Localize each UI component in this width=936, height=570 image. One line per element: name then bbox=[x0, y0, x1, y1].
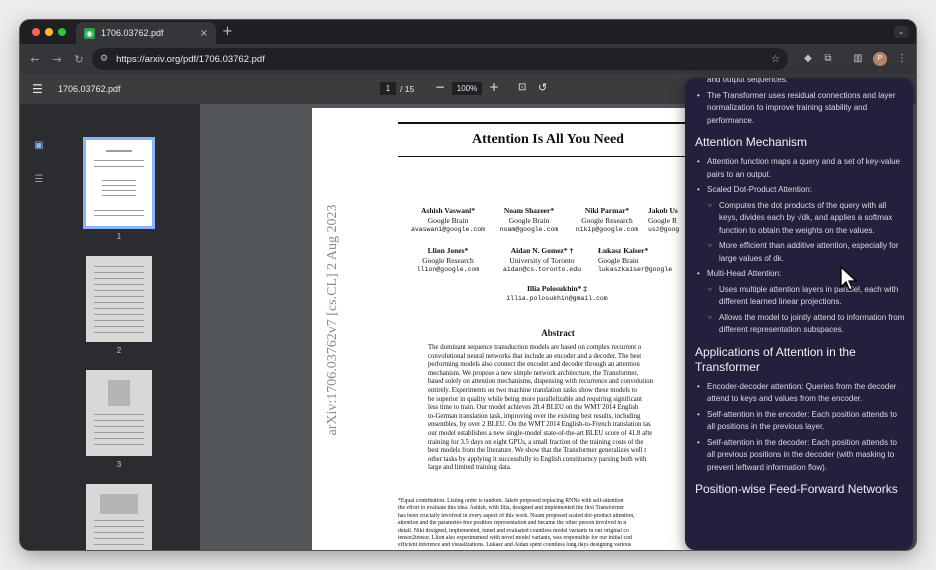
zoom-window-button[interactable] bbox=[58, 28, 66, 36]
pdf-left-rail: ▣ ☰ bbox=[20, 104, 60, 550]
thumbnails-icon[interactable]: ▣ bbox=[33, 140, 45, 152]
abstract-line: to-German translation task, improving ov… bbox=[428, 412, 641, 420]
author-block: Ashish Vaswani* Google Brain avaswani@goog… bbox=[410, 206, 486, 233]
title-rule-top bbox=[398, 122, 698, 124]
summary-bullet: Scaled Dot-Product Attention:Computes th… bbox=[695, 184, 907, 265]
paper-title: Attention Is All You Need bbox=[472, 132, 624, 147]
abstract-line: ensembles, by over 2 BLEU. On the WMT 20… bbox=[428, 421, 651, 429]
new-tab-button[interactable]: + bbox=[222, 24, 233, 39]
abstract-heading: Abstract bbox=[541, 328, 575, 338]
browser-toolbar: ← → ↻ ⚙ https://arxiv.org/pdf/1706.03762… bbox=[20, 44, 916, 74]
summary-subbullet: Allows the model to jointly attend to in… bbox=[707, 312, 907, 337]
summary-heading: Applications of Attention in the Transfo… bbox=[695, 344, 856, 374]
profile-avatar[interactable]: P bbox=[873, 52, 887, 66]
summary-subbullet: More efficient than additive attention, … bbox=[707, 240, 907, 265]
author-block: Noam Shazeer* Google Brain noam@google.com bbox=[499, 206, 559, 233]
outline-icon[interactable]: ☰ bbox=[33, 174, 45, 186]
page-number-input[interactable]: 1 bbox=[380, 82, 396, 95]
summary-bullet: Encoder-decoder attention: Queries from … bbox=[695, 381, 907, 406]
summary-sublist: Computes the dot products of the query w… bbox=[707, 200, 907, 266]
summary-heading: Position-wise Feed-Forward Networks bbox=[695, 482, 898, 496]
thumbnail-page[interactable] bbox=[86, 484, 152, 550]
thumbnail-page[interactable] bbox=[83, 137, 155, 229]
abstract-body: The dominant sequence transduction model… bbox=[428, 344, 688, 473]
abstract-line: large and limited training data. bbox=[428, 464, 512, 472]
tab-strip: ◉ 1706.03762.pdf × + ⌄ bbox=[20, 20, 916, 44]
abstract-line: our model establishes a new single-model… bbox=[428, 429, 653, 437]
pdf-icon: ◉ bbox=[84, 27, 95, 39]
minimize-window-button[interactable] bbox=[45, 28, 53, 36]
fit-to-page-icon[interactable]: ⊡ bbox=[518, 82, 526, 93]
tab-title: 1706.03762.pdf bbox=[101, 28, 164, 38]
summary-subbullet: Uses multiple attention layers in parall… bbox=[707, 284, 907, 309]
abstract-line: The dominant sequence transduction model… bbox=[428, 344, 642, 351]
abstract-line: performing models also connect the encod… bbox=[428, 361, 640, 369]
abstract-line: entirely. Experiments on two machine tra… bbox=[428, 386, 637, 394]
summary-bullet: Attention function maps a query and a se… bbox=[695, 156, 907, 181]
abstract-line: training for 3.5 days on eight GPUs, a s… bbox=[428, 438, 644, 446]
abstract-line: other tasks by applying it successfully … bbox=[428, 455, 647, 463]
thumbnail-panel: 1 2 3 bbox=[60, 104, 200, 550]
site-info-icon[interactable]: ⚙ bbox=[100, 54, 108, 64]
abstract-line: based solely on attention mechanisms, di… bbox=[428, 378, 653, 386]
abstract-line: less time to train. Our model achieves 2… bbox=[428, 404, 639, 412]
thumbnail-page[interactable] bbox=[86, 256, 152, 342]
abstract-line: be superior in quality while being more … bbox=[428, 395, 643, 403]
thumbnail-label: 3 bbox=[116, 460, 122, 469]
summary-bullet: Self-attention in the decoder: Each posi… bbox=[695, 437, 907, 475]
address-bar[interactable]: ⚙ https://arxiv.org/pdf/1706.03762.pdf ☆ bbox=[92, 48, 788, 70]
rotate-icon[interactable]: ↺ bbox=[538, 81, 547, 94]
summary-sublist: Uses multiple attention layers in parall… bbox=[707, 284, 907, 337]
forward-icon[interactable]: → bbox=[46, 53, 68, 66]
summary-bullet: The Transformer uses residual connection… bbox=[695, 90, 907, 128]
browser-window: ◉ 1706.03762.pdf × + ⌄ ← → ↻ ⚙ https://a… bbox=[20, 20, 916, 550]
hamburger-menu-icon[interactable]: ☰ bbox=[32, 82, 43, 96]
zoom-level-input[interactable]: 100% bbox=[452, 82, 482, 95]
author-block: Illia Polosukhin* ‡ illia.polosukhin@gmai… bbox=[506, 284, 608, 302]
arxiv-stamp: arXiv:1706.03762v7 [cs.CL] 2 Aug 2023 bbox=[325, 204, 340, 436]
ai-summary-panel[interactable]: and output sequences. The Transformer use… bbox=[685, 78, 913, 550]
side-panel-icon[interactable]: ▥ bbox=[850, 51, 866, 67]
author-block: Łukasz Kaiser* Google Brain lukaszkaiser@g… bbox=[598, 246, 673, 273]
summary-bullet: Multi-Head Attention:Uses multiple atten… bbox=[695, 268, 907, 337]
author-block: Llion Jones* Google Research llion@google.… bbox=[416, 246, 480, 273]
bookmark-star-icon[interactable]: ☆ bbox=[771, 54, 780, 65]
thumbnail-page[interactable] bbox=[86, 370, 152, 456]
pdf-file-name: 1706.03762.pdf bbox=[58, 84, 121, 94]
thumbnail-label: 2 bbox=[116, 346, 122, 355]
extensions-puzzle-icon[interactable]: ⧉ bbox=[820, 51, 836, 67]
summary-bullet: Self-attention in the encoder: Each posi… bbox=[695, 409, 907, 434]
more-menu-icon[interactable]: ⋮ bbox=[894, 51, 910, 67]
summary-list: and output sequences. The Transformer use… bbox=[695, 78, 907, 127]
abstract-line: mechanism. We propose a new simple netwo… bbox=[428, 369, 639, 377]
back-icon[interactable]: ← bbox=[24, 53, 46, 66]
summary-bullet: and output sequences. bbox=[707, 78, 788, 84]
abstract-line: best models from the literature. We show… bbox=[428, 447, 647, 455]
author-block: Aidan N. Gomez* † University of Toronto ai… bbox=[502, 246, 581, 273]
author-block: Jakob Us Google Rusz@goog bbox=[648, 206, 680, 233]
close-tab-icon[interactable]: × bbox=[200, 28, 208, 39]
url-text[interactable]: https://arxiv.org/pdf/1706.03762.pdf bbox=[116, 54, 771, 65]
summary-subbullet: Computes the dot products of the query w… bbox=[707, 200, 907, 238]
mouse-cursor-icon bbox=[840, 266, 858, 291]
abstract-line: convolutional neural networks that inclu… bbox=[428, 352, 642, 360]
reload-icon[interactable]: ↻ bbox=[68, 53, 90, 66]
browser-tab[interactable]: ◉ 1706.03762.pdf × bbox=[76, 22, 216, 44]
author-block: Niki Parmar* Google Research nikip@google.… bbox=[575, 206, 639, 233]
tab-search-icon[interactable]: ⌄ bbox=[894, 26, 908, 38]
extension-icon[interactable]: ◆ bbox=[800, 51, 816, 67]
close-window-button[interactable] bbox=[32, 28, 40, 36]
thumbnail-label: 1 bbox=[116, 232, 122, 241]
summary-heading: Attention Mechanism bbox=[695, 135, 808, 149]
page-total: / 15 bbox=[400, 84, 415, 94]
summary-list: Attention function maps a query and a se… bbox=[695, 156, 907, 337]
summary-list: Encoder-decoder attention: Queries from … bbox=[695, 381, 907, 475]
ai-summary-content: and output sequences. The Transformer use… bbox=[695, 78, 907, 503]
title-rule-bottom bbox=[398, 156, 698, 157]
zoom-in-button[interactable]: + bbox=[489, 80, 499, 94]
zoom-out-button[interactable]: − bbox=[435, 80, 445, 94]
